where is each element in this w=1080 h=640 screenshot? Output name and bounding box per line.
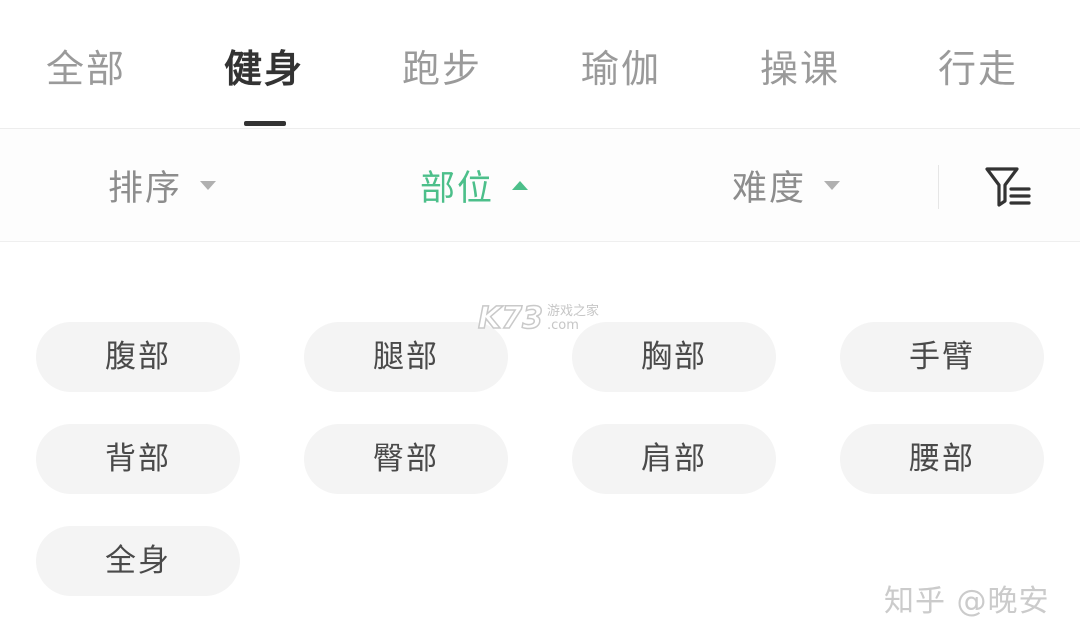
k73-watermark-text: 游戏之家 .com [547, 305, 599, 333]
body-part-label: 部位 [420, 168, 495, 209]
chip-full-body[interactable]: 全身 [36, 526, 240, 596]
caret-down-icon [200, 180, 217, 190]
k73-watermark: K73 游戏之家 .com [477, 301, 599, 337]
caret-down-icon [824, 180, 841, 190]
chip-back[interactable]: 背部 [36, 424, 240, 494]
difficulty-label: 难度 [732, 168, 807, 209]
sort-label: 排序 [108, 168, 183, 209]
chip-shoulders[interactable]: 肩部 [572, 424, 776, 494]
k73-watermark-logo: K73 [477, 301, 544, 337]
difficulty-dropdown[interactable]: 难度 [732, 159, 841, 211]
chip-waist[interactable]: 腰部 [840, 424, 1044, 494]
fitness-course-filter-screen: 全部 健身 跑步 瑜伽 操课 行走 排序 部位 难度 腹部 腿部 胸部 手臂 背… [0, 0, 1080, 640]
category-tab-bar: 全部 健身 跑步 瑜伽 操课 行走 [0, 0, 1080, 129]
filter-list-icon[interactable] [984, 165, 1034, 209]
filter-divider [938, 165, 939, 209]
k73-watermark-line1: 游戏之家 [547, 304, 600, 319]
body-part-dropdown[interactable]: 部位 [420, 159, 529, 211]
zhihu-watermark: 知乎 @晚安 [884, 584, 1050, 619]
tab-walking[interactable]: 行走 [928, 40, 1028, 98]
tab-running[interactable]: 跑步 [392, 40, 492, 98]
chip-chest[interactable]: 胸部 [572, 322, 776, 392]
caret-up-icon [512, 180, 529, 190]
k73-watermark-line2: .com [547, 318, 579, 333]
chip-glutes[interactable]: 臀部 [304, 424, 508, 494]
filter-bar: 排序 部位 难度 [0, 129, 1080, 242]
chip-abdomen[interactable]: 腹部 [36, 322, 240, 392]
tab-fitness[interactable]: 健身 [214, 40, 314, 98]
tab-aerobics[interactable]: 操课 [750, 40, 850, 98]
chip-arms[interactable]: 手臂 [840, 322, 1044, 392]
tab-all[interactable]: 全部 [36, 40, 136, 98]
tab-yoga[interactable]: 瑜伽 [571, 40, 671, 98]
sort-dropdown[interactable]: 排序 [108, 159, 217, 211]
active-tab-indicator [244, 121, 286, 126]
